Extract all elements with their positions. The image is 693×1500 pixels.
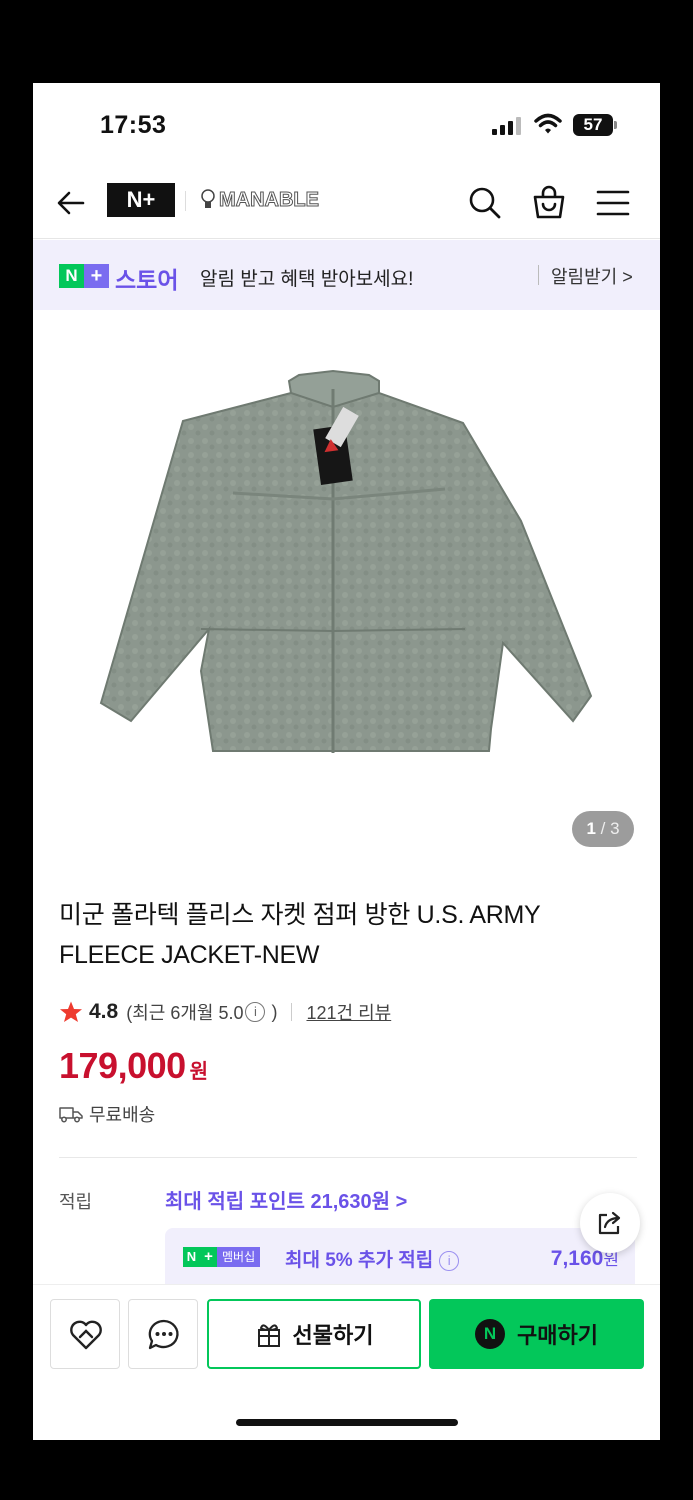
gift-icon <box>257 1324 280 1347</box>
product-image-gallery[interactable]: 1 / 3 <box>33 311 660 871</box>
status-bar: 17:53 57 <box>33 83 660 167</box>
membership-info-icon[interactable]: i <box>439 1251 460 1271</box>
phone-screen: 17:53 57 N+ MANABLE N + 스토어 알림 받고 혜택 받아보… <box>33 83 660 1440</box>
recent-rating: (최근 6개월 5.0 <box>126 1003 244 1023</box>
membership-badge-plus: + <box>200 1247 217 1267</box>
buy-button-label: 구매하기 <box>517 1323 598 1348</box>
membership-badge-n: N <box>183 1247 200 1267</box>
nplus-logo-text: N+ <box>126 187 156 212</box>
bulb-icon <box>201 189 215 208</box>
app-header: N+ MANABLE <box>33 167 660 239</box>
badge-n: N <box>59 264 84 288</box>
share-button[interactable] <box>580 1193 640 1253</box>
product-title: 미군 폴라텍 플리스 자켓 점퍼 방한 U.S. ARMY FLEECE JAC… <box>59 901 540 969</box>
truck-icon <box>59 1107 83 1123</box>
gift-button[interactable]: 선물하기 <box>207 1299 421 1369</box>
alarm-subscribe-link[interactable]: 알림받기 > <box>551 263 633 289</box>
nplus-store-badge: N + <box>59 264 109 288</box>
battery-icon: 57 <box>573 114 617 136</box>
brand-logo[interactable]: MANABLE <box>201 185 320 215</box>
buy-button[interactable]: N 구매하기 <box>429 1299 644 1369</box>
membership-badge-label: 멤버십 <box>217 1247 261 1267</box>
membership-points-label: 최대 5% 추가 적립 <box>285 1250 434 1271</box>
price-row: 179,000 원 <box>59 1045 208 1087</box>
wifi-icon <box>534 113 562 134</box>
badge-plus: + <box>84 264 109 288</box>
image-counter-current: 1 <box>586 819 596 838</box>
heart-icon <box>70 1320 102 1350</box>
shipping-text: 무료배송 <box>89 1105 156 1125</box>
back-icon[interactable] <box>55 187 87 219</box>
battery-level: 57 <box>573 114 613 136</box>
product-image <box>99 369 593 753</box>
battery-cap <box>614 121 617 129</box>
wish-button[interactable] <box>50 1299 120 1369</box>
store-message: 알림 받고 혜택 받아보세요! <box>200 269 414 290</box>
image-counter: 1 / 3 <box>572 811 634 847</box>
cart-icon[interactable] <box>530 183 568 221</box>
points-label: 적립 <box>59 1192 93 1212</box>
nplus-logo[interactable]: N+ <box>107 183 175 217</box>
rating-value: 4.8 <box>89 1000 119 1023</box>
membership-amount-value: 7,160 <box>550 1247 604 1270</box>
home-indicator[interactable] <box>236 1419 458 1426</box>
gift-button-label: 선물하기 <box>292 1323 374 1348</box>
status-time: 17:53 <box>100 111 167 139</box>
max-points-link[interactable]: 최대 적립 포인트 21,630원 > <box>165 1185 407 1214</box>
brand-name: MANABLE <box>219 188 320 211</box>
membership-badge: N + 멤버십 <box>183 1247 261 1267</box>
image-counter-total: / 3 <box>600 819 620 838</box>
bottom-action-bar: 선물하기 N 구매하기 <box>33 1284 660 1440</box>
price-value: 179,000 <box>59 1045 186 1086</box>
rating-divider <box>291 1003 293 1021</box>
signal-icon <box>492 117 521 135</box>
star-icon <box>60 1001 82 1022</box>
store-name: 스토어 <box>115 267 179 293</box>
chat-icon <box>148 1319 179 1350</box>
talk-button[interactable] <box>128 1299 198 1369</box>
search-icon[interactable] <box>467 185 503 221</box>
npay-icon: N <box>475 1319 506 1349</box>
recent-rating-close: ) <box>271 1001 278 1022</box>
membership-points-text: 최대 5% 추가 적립 i <box>285 1245 460 1272</box>
membership-points-box[interactable]: N + 멤버십 최대 5% 추가 적립 i 7,160원 <box>165 1228 635 1284</box>
banner-divider <box>538 265 539 285</box>
logo-divider <box>185 191 186 211</box>
info-icon[interactable]: i <box>245 1002 266 1022</box>
section-divider <box>59 1157 637 1158</box>
store-notification-banner[interactable]: N + 스토어 알림 받고 혜택 받아보세요! 알림받기 > <box>33 240 660 310</box>
price-unit: 원 <box>189 1061 209 1083</box>
rating-row: 4.8 (최근 6개월 5.0 i ) 121건 리뷰 <box>59 997 391 1027</box>
share-icon <box>598 1211 621 1235</box>
review-count-link[interactable]: 121건 리뷰 <box>306 999 391 1025</box>
menu-icon[interactable] <box>595 187 631 219</box>
shipping-row: 무료배송 <box>59 1101 155 1127</box>
